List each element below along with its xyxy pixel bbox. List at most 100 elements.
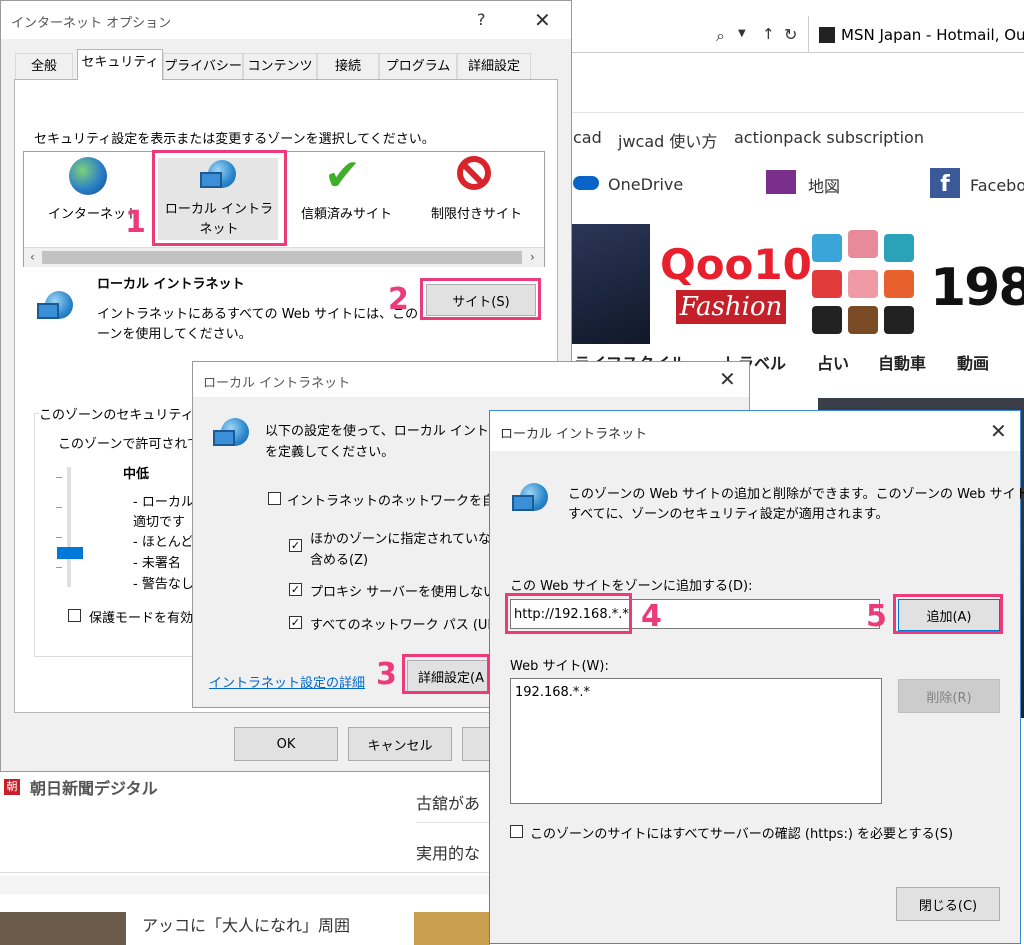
bottom-headline[interactable]: アッコに「大人になれ」周囲 [142,912,350,936]
other-zones-label: ほかのゾーンに指定されていない [310,532,504,547]
tab-security[interactable]: セキュリティ [77,49,163,80]
tab-connections[interactable]: 接続 [317,53,379,79]
news-thumb[interactable] [414,912,490,945]
require-https-label: このゾーンのサイトにはすべてサーバーの確認 (https:) を必要とする(S) [530,827,954,842]
require-https-checkbox[interactable] [510,825,523,838]
intranet-icon [512,483,550,521]
level-name: 中低 [123,467,150,482]
news-item[interactable]: 古舘があ [416,790,480,814]
ad-qoo10-logo[interactable]: Qoo10 [660,240,812,289]
unc-label: すべてのネットワーク パス (UNC [310,618,507,633]
tab-privacy[interactable]: プライバシー [163,53,243,79]
protected-mode-checkbox[interactable] [68,609,81,622]
level-detail: - 未署名 [133,556,181,571]
list-item[interactable]: 192.168.*.* [515,685,590,700]
title-bar: ローカル イントラネット ✕ [193,362,749,397]
other-zones-checkbox[interactable]: ✓ [289,539,302,552]
tab-general[interactable]: 全般 [15,53,73,79]
news-thumb[interactable] [0,912,126,945]
step-number-5: 5 [866,599,887,634]
level-detail: - ローカル [133,495,194,510]
ad-1980-text[interactable]: 1980 [930,258,1024,318]
close-icon[interactable]: ✕ [990,421,1007,441]
intranet-icon [213,418,251,456]
zone-description: イントラネットにあるすべての Web サイトには、この [97,307,419,322]
tab-advanced[interactable]: 詳細設定 [457,53,531,79]
dialog-title: ローカル イントラネット [500,427,648,442]
highlight-advanced-button [402,654,490,694]
dialog-description-cont: すべてに、ゾーンのセキュリティ設定が適用されます。 [568,507,889,522]
dialog-description-cont: を定義してください。 [265,445,395,460]
tab-content[interactable]: コンテンツ [243,53,317,79]
search-icon[interactable]: ⌕ [716,26,725,46]
auto-detect-checkbox[interactable] [268,492,281,505]
add-site-label: この Web サイトをゾーンに追加する(D): [510,579,753,594]
websites-list[interactable]: 192.168.*.* [510,678,882,804]
intranet-zone-icon-large [37,291,75,329]
scroll-left-icon[interactable]: ‹ [30,250,35,264]
zone-prompt: セキュリティ設定を表示または変更するゾーンを選択してください。 [34,132,435,147]
step-number-1: 1 [125,205,146,240]
other-zones-label-cont: 含める(Z) [310,553,369,568]
ad-fashion-label[interactable]: Fashion [676,290,786,324]
dialog-description: 以下の設定を使って、ローカル イントラ [265,424,502,439]
cancel-button[interactable]: キャンセル [348,727,452,761]
nav-video[interactable]: 動画 [957,350,989,374]
help-button[interactable]: ? [477,10,486,29]
restricted-icon [457,156,491,190]
ad-bag-image[interactable] [570,224,650,344]
share-icon[interactable]: ↑ [762,25,775,43]
slider-thumb[interactable] [57,547,83,559]
news-item[interactable]: 実用的な [416,840,480,864]
scroll-thumb[interactable] [42,251,522,264]
shortcut-map[interactable]: 地図 [808,173,840,197]
shortcut-onedrive[interactable]: OneDrive [608,175,683,194]
browser-tab-title: MSN Japan - Hotmail, Outl [841,26,1024,44]
shortcut-facebook[interactable]: Facebo [970,176,1024,195]
favorite-actionpack[interactable]: actionpack subscription [734,128,924,147]
security-level-slider[interactable] [56,467,86,589]
horizontal-scrollbar[interactable]: ‹ › [24,247,544,267]
proxy-label: プロキシ サーバーを使用しない [310,585,497,600]
browser-tab[interactable]: MSN Japan - Hotmail, Outl [808,16,1024,52]
scroll-right-icon[interactable]: › [530,250,535,264]
nav-car[interactable]: 自動車 [878,350,926,374]
ad-bags-image[interactable] [808,226,920,338]
msn-favicon [819,27,835,43]
highlight-sites-button [420,278,541,320]
level-detail: - 警告なし [133,577,194,592]
step-number-2: 2 [388,282,409,317]
chevron-down-icon[interactable]: ▼ [738,28,746,39]
step-number-4: 4 [641,599,662,634]
zone-restricted[interactable]: 制限付きサイト [431,203,522,222]
remove-button[interactable]: 削除(R) [898,679,1000,713]
ok-button[interactable]: OK [234,727,338,761]
intranet-sites-dialog: ローカル イントラネット ✕ このゾーンの Web サイトの追加と削除ができます… [489,410,1024,944]
favorite-jwcad[interactable]: jwcad 使い方 [618,128,717,152]
highlight-add-site-input [505,593,632,634]
protected-mode-label: 保護モードを有効 [89,611,194,626]
allowed-levels-label: このゾーンで許可されて [58,437,200,452]
close-icon[interactable]: ✕ [719,369,736,389]
level-detail: 適切です [133,515,186,530]
window-title: インターネット オプション [11,16,172,31]
news-source-name[interactable]: 朝日新聞デジタル [30,775,158,799]
zone-trusted[interactable]: 信頼済みサイト [301,203,392,222]
title-bar: インターネット オプション ? ✕ [1,1,571,39]
facebook-icon: f [930,168,960,198]
proxy-checkbox[interactable]: ✓ [289,583,302,596]
checkmark-icon: ✔ [324,150,361,201]
highlight-local-intranet-zone [152,150,287,246]
unc-checkbox[interactable]: ✓ [289,616,302,629]
close-icon[interactable]: ✕ [534,10,551,30]
intranet-settings-link[interactable]: イントラネット設定の詳細 [209,672,365,691]
step-number-3: 3 [376,657,397,692]
zone-title: ローカル イントラネット [97,277,245,292]
title-bar: ローカル イントラネット ✕ [490,411,1020,451]
news-source-icon: 朝 [4,779,20,795]
close-button[interactable]: 閉じる(C) [896,887,1000,921]
refresh-icon[interactable]: ↻ [784,25,797,44]
nav-fortune[interactable]: 占い [817,350,849,374]
favorite-cad[interactable]: cad [573,128,602,147]
tab-programs[interactable]: プログラム [379,53,457,79]
